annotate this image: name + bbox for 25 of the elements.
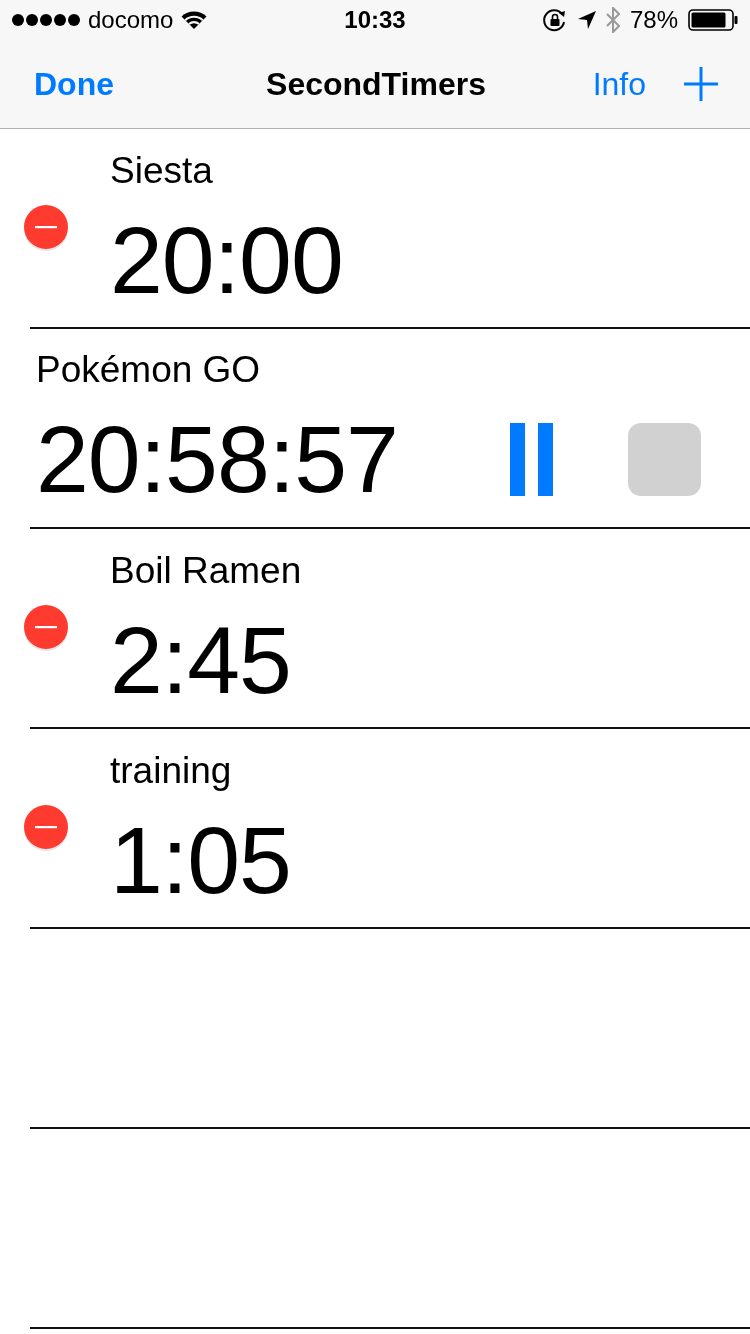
nav-title: SecondTimers: [266, 64, 486, 104]
timer-time: 2:45: [110, 613, 291, 709]
timer-name: training: [110, 749, 232, 793]
done-button[interactable]: Done: [34, 64, 114, 104]
location-arrow-icon: [577, 11, 596, 29]
orientation-lock-icon: [541, 7, 568, 33]
info-button[interactable]: Info: [592, 64, 646, 104]
delete-icon[interactable]: [24, 605, 68, 651]
signal-icon: [12, 14, 80, 26]
timer-name: Siesta: [110, 149, 213, 193]
delete-icon[interactable]: [24, 805, 68, 851]
wifi-icon: [181, 10, 208, 30]
carrier-name: docomo: [88, 6, 174, 34]
delete-icon[interactable]: [24, 205, 68, 251]
pause-icon[interactable]: [510, 423, 553, 497]
bluetooth-icon: [605, 7, 620, 33]
battery-percent: 78%: [629, 6, 678, 34]
timer-time: 20:58:57: [36, 412, 398, 508]
timer-name: Boil Ramen: [110, 549, 302, 593]
timer-name: Pokémon GO: [36, 348, 261, 392]
plus-icon[interactable]: [684, 67, 718, 101]
status-time: 10:33: [344, 6, 406, 34]
timer-time: 20:00: [110, 213, 343, 309]
timer-time: 1:05: [110, 813, 291, 909]
battery-icon: [688, 9, 738, 31]
